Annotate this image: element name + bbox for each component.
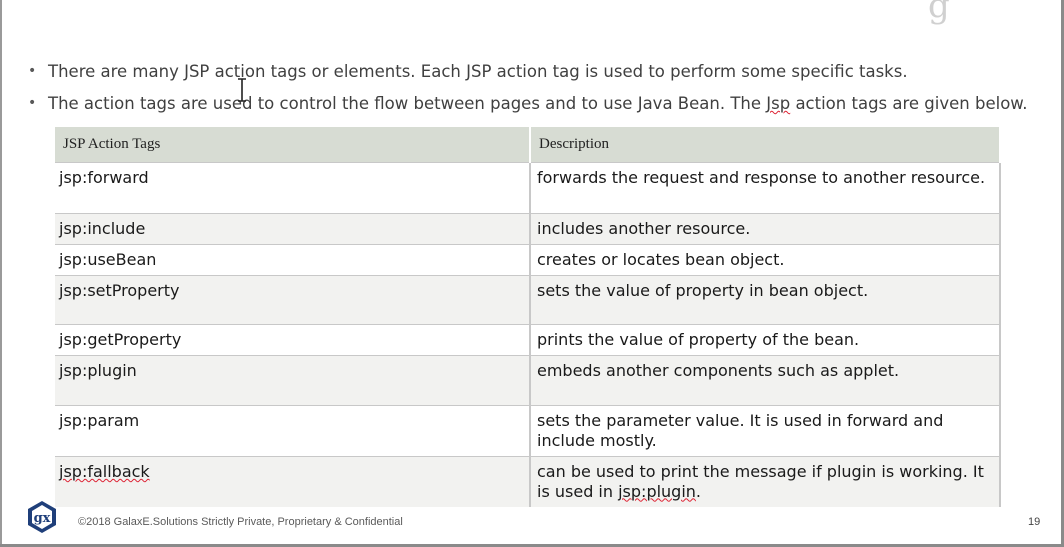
spellcheck-word: jsp:plugin	[618, 481, 696, 501]
table-row: jsp:fallback can be used to print the me…	[55, 456, 1001, 507]
description-text-part: can be used to print the message if plug…	[537, 462, 984, 501]
spellcheck-word: Jsp	[766, 94, 791, 113]
column-header-description: Description	[530, 127, 1001, 163]
jsp-action-tags-table: JSP Action Tags Description jsp:forward …	[55, 127, 1001, 507]
tag-cell: jsp:plugin	[55, 355, 531, 406]
logo-text: gx	[34, 511, 51, 526]
description-cell: forwards the request and response to ano…	[530, 162, 1001, 214]
table-row: jsp:plugin embeds another components suc…	[55, 355, 1001, 406]
footer-copyright: ©2018 GalaxE.Solutions Strictly Private,…	[78, 516, 403, 528]
description-cell: prints the value of property of the bean…	[530, 324, 1001, 356]
bullet-text-part: The action tags are used to control the …	[48, 94, 767, 113]
table-header-row: JSP Action Tags Description	[55, 127, 1001, 163]
table-row: jsp:include includes another resource.	[55, 213, 1001, 245]
text-cursor-icon	[238, 78, 246, 102]
bullet-text-part: action tags are given below.	[790, 94, 1028, 113]
spellcheck-word: jsp:fallback	[59, 462, 150, 481]
galaxe-logo-icon: gx	[28, 501, 56, 533]
bullet-text: The action tags are used to control the …	[48, 94, 1028, 113]
brand-watermark: g	[928, 0, 952, 26]
description-cell: sets the value of property in bean objec…	[530, 275, 1001, 325]
bullet-dot-icon: •	[28, 95, 37, 111]
table-row: jsp:getProperty prints the value of prop…	[55, 324, 1001, 356]
tag-cell: jsp:getProperty	[55, 324, 531, 356]
tag-cell: jsp:param	[55, 405, 531, 457]
window-left-border	[0, 0, 2, 547]
description-cell: sets the parameter value. It is used in …	[530, 405, 1001, 457]
description-cell: creates or locates bean object.	[530, 244, 1001, 276]
tag-cell: jsp:forward	[55, 162, 531, 214]
description-cell: can be used to print the message if plug…	[530, 456, 1001, 507]
tag-cell: jsp:setProperty	[55, 275, 531, 325]
tag-cell: jsp:include	[55, 213, 531, 245]
column-header-tag: JSP Action Tags	[55, 127, 531, 163]
bullet-item: • There are many JSP action tags or elem…	[28, 62, 1038, 94]
description-cell: embeds another components such as applet…	[530, 355, 1001, 406]
description-cell: includes another resource.	[530, 213, 1001, 245]
bullet-item: • The action tags are used to control th…	[28, 94, 1038, 126]
table-row: jsp:forward forwards the request and res…	[55, 162, 1001, 214]
bullet-text: There are many JSP action tags or elemen…	[48, 62, 908, 81]
bullet-list: • There are many JSP action tags or elem…	[28, 62, 1038, 126]
page-number: 19	[1028, 516, 1041, 528]
tag-cell: jsp:fallback	[55, 456, 531, 507]
tag-cell: jsp:useBean	[55, 244, 531, 276]
table-row: jsp:useBean creates or locates bean obje…	[55, 244, 1001, 276]
description-text-part: .	[695, 481, 702, 501]
table-row: jsp:param sets the parameter value. It i…	[55, 405, 1001, 457]
bullet-dot-icon: •	[28, 63, 37, 79]
table-row: jsp:setProperty sets the value of proper…	[55, 275, 1001, 325]
